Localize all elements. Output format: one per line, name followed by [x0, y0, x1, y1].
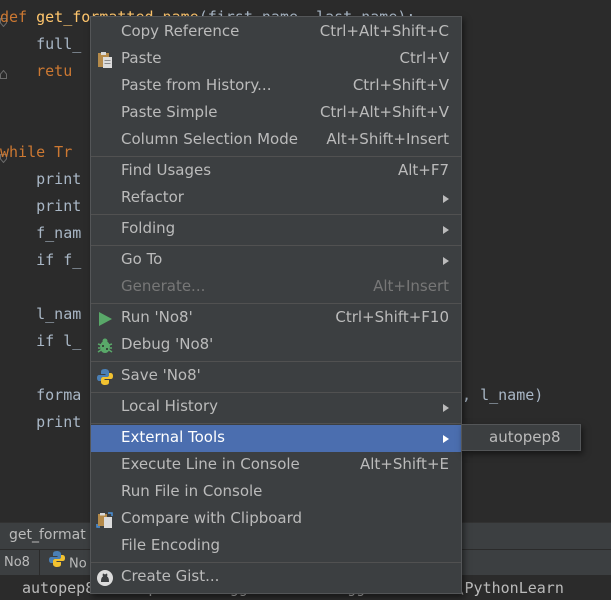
menu-item-label: Paste Simple: [121, 103, 218, 121]
menu-item-label: File Encoding: [121, 536, 220, 554]
menu-item-shortcut: Alt+F7: [397, 161, 449, 179]
menu-item-paste-simple[interactable]: Paste Simple Ctrl+Alt+Shift+V: [91, 100, 461, 127]
code-line: forma: [0, 386, 82, 404]
menu-item-debug[interactable]: Debug 'No8': [91, 332, 461, 359]
menu-item-file-encoding[interactable]: File Encoding: [91, 533, 461, 560]
menu-item-label: Paste: [121, 49, 162, 67]
menu-divider: [91, 361, 461, 362]
editor-context-menu: Copy Reference Ctrl+Alt+Shift+C Paste Ct…: [90, 16, 462, 594]
menu-item-label: Paste from History...: [121, 76, 272, 94]
menu-item-label: Run File in Console: [121, 482, 263, 500]
run-tab-no8[interactable]: No8: [0, 550, 40, 576]
code-line: full_: [0, 35, 82, 53]
menu-item-label: Folding: [121, 219, 176, 237]
menu-item-external-tools[interactable]: External Tools: [91, 425, 461, 452]
menu-item-shortcut: Alt+Shift+Insert: [326, 130, 449, 148]
code-line-tail: e, l_name): [453, 386, 544, 404]
menu-item-label: Create Gist...: [121, 567, 220, 585]
menu-divider: [91, 303, 461, 304]
menu-item-label: Generate...: [121, 277, 206, 295]
menu-item-label: Find Usages: [121, 161, 212, 179]
code-line: print: [0, 197, 82, 215]
run-tab-no8-second[interactable]: No: [44, 550, 92, 576]
code-line: f_nam: [0, 224, 82, 242]
menu-item-run[interactable]: Run 'No8' Ctrl+Shift+F10: [91, 305, 461, 332]
submenu-arrow-icon: [443, 404, 449, 412]
menu-item-label: Refactor: [121, 188, 184, 206]
menu-item-shortcut: Ctrl+V: [399, 49, 449, 67]
menu-item-run-file-in-console[interactable]: Run File in Console: [91, 479, 461, 506]
submenu-arrow-icon: [443, 257, 449, 265]
menu-item-local-history[interactable]: Local History: [91, 394, 461, 421]
menu-item-shortcut: Alt+Insert: [373, 277, 449, 295]
debug-icon: [96, 337, 114, 355]
menu-item-shortcut: Ctrl+Alt+Shift+C: [319, 22, 449, 40]
python-icon: [48, 550, 66, 578]
code-line: if l_: [0, 332, 82, 350]
code-line: l_nam: [0, 305, 82, 323]
menu-item-copy-reference[interactable]: Copy Reference Ctrl+Alt+Shift+C: [91, 19, 461, 46]
menu-divider: [91, 423, 461, 424]
submenu-arrow-icon: [443, 226, 449, 234]
menu-item-shortcut: Alt+Shift+E: [359, 455, 449, 473]
menu-item-folding[interactable]: Folding: [91, 216, 461, 243]
menu-item-shortcut: Ctrl+Shift+V: [352, 76, 449, 94]
menu-divider: [91, 214, 461, 215]
menu-item-go-to[interactable]: Go To: [91, 247, 461, 274]
submenu-arrow-icon: [443, 195, 449, 203]
menu-item-paste-from-history[interactable]: Paste from History... Ctrl+Shift+V: [91, 73, 461, 100]
menu-divider: [91, 562, 461, 563]
menu-item-label: Execute Line in Console: [121, 455, 300, 473]
code-line: print: [0, 413, 82, 431]
run-tab-label: No: [69, 556, 87, 572]
menu-item-label: Copy Reference: [121, 22, 240, 40]
run-icon: [96, 310, 114, 328]
menu-item-paste[interactable]: Paste Ctrl+V: [91, 46, 461, 73]
menu-item-label: Run 'No8': [121, 308, 193, 326]
code-line: retu: [0, 62, 73, 80]
compare-icon: [96, 511, 114, 529]
menu-item-create-gist[interactable]: Create Gist...: [91, 564, 461, 591]
menu-item-label: Compare with Clipboard: [121, 509, 303, 527]
menu-item-refactor[interactable]: Refactor: [91, 185, 461, 212]
menu-item-label: Debug 'No8': [121, 335, 214, 353]
menu-item-find-usages[interactable]: Find Usages Alt+F7: [91, 158, 461, 185]
github-icon: [96, 569, 114, 587]
menu-item-label: Column Selection Mode: [121, 130, 298, 148]
menu-item-label: Go To: [121, 250, 163, 268]
code-line: print: [0, 170, 82, 188]
python-icon: [96, 368, 114, 386]
menu-item-save[interactable]: Save 'No8': [91, 363, 461, 390]
menu-item-execute-line-in-console[interactable]: Execute Line in Console Alt+Shift+E: [91, 452, 461, 479]
menu-divider: [91, 245, 461, 246]
menu-divider: [91, 392, 461, 393]
external-tools-submenu: autopep8: [461, 424, 581, 451]
code-line: if f_: [0, 251, 82, 269]
menu-item-label: External Tools: [121, 428, 225, 446]
code-line: while Tr: [0, 143, 73, 161]
run-tab-label: No8: [4, 555, 30, 570]
fold-marker-icon[interactable]: [0, 64, 7, 79]
menu-item-compare-with-clipboard[interactable]: Compare with Clipboard: [91, 506, 461, 533]
menu-item-label: Local History: [121, 397, 219, 415]
submenu-arrow-icon: [443, 435, 449, 443]
menu-item-shortcut: Ctrl+Alt+Shift+V: [319, 103, 449, 121]
menu-divider: [91, 156, 461, 157]
menu-item-shortcut: Ctrl+Shift+F10: [335, 308, 449, 326]
breadcrumb-item[interactable]: get_format: [9, 527, 86, 543]
submenu-item-autopep8[interactable]: autopep8: [489, 428, 561, 446]
clipboard-icon: [96, 51, 114, 69]
menu-item-column-selection-mode[interactable]: Column Selection Mode Alt+Shift+Insert: [91, 127, 461, 154]
menu-item-label: Save 'No8': [121, 366, 201, 384]
menu-item-generate[interactable]: Generate... Alt+Insert: [91, 274, 461, 301]
